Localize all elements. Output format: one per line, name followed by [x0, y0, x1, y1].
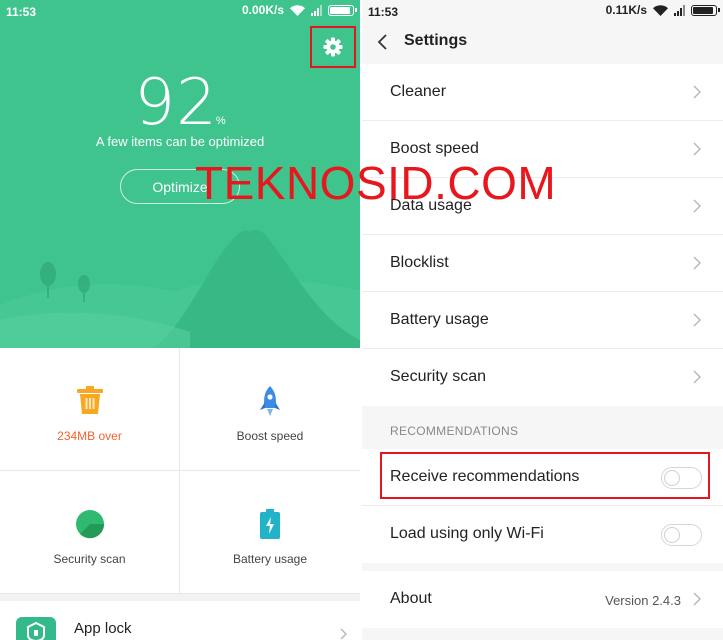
settings-item-label: Security scan	[390, 368, 487, 385]
settings-item-label: Blocklist	[390, 254, 449, 271]
receive-recommendations-toggle[interactable]	[661, 467, 702, 489]
wifi-only-row[interactable]: Load using only Wi-Fi	[362, 506, 723, 563]
network-speed: 0.11K/s	[605, 3, 647, 17]
battery-usage-tile-label: Battery usage	[232, 552, 308, 566]
battery-status-icon	[691, 4, 720, 16]
cleaner-tile-label: 234MB over	[57, 429, 122, 443]
settings-item-label: Cleaner	[390, 83, 447, 100]
wifi-icon	[290, 4, 305, 16]
landscape-illustration	[0, 230, 360, 348]
network-speed: 0.00K/s	[241, 3, 284, 17]
rocket-icon	[180, 386, 360, 418]
signal-icon	[674, 4, 685, 16]
battery-status-icon	[328, 4, 357, 16]
app-version: Version 2.4.3	[605, 593, 681, 608]
security-scan-tile-label: Security scan	[53, 552, 126, 566]
status-indicators: 0.11K/s	[605, 3, 720, 17]
app-lock-label: App lock	[74, 620, 132, 637]
chevron-right-icon	[693, 85, 701, 99]
security-app-home-screen: 11:53 0.00K/s 92% A few items can be opt…	[0, 0, 360, 640]
signal-icon	[311, 4, 322, 16]
page-title: Settings	[404, 32, 468, 49]
settings-header: Settings	[362, 26, 723, 60]
chevron-right-icon	[693, 142, 701, 156]
score-value: 92	[134, 66, 218, 140]
section-divider	[0, 594, 360, 601]
settings-item-battery-usage[interactable]: Battery usage	[362, 292, 723, 349]
score-unit: %	[215, 115, 226, 127]
toggle-knob	[664, 527, 680, 543]
recommendations-header: RECOMMENDATIONS	[390, 424, 519, 438]
status-time: 11:53	[368, 5, 399, 19]
back-arrow-icon[interactable]	[376, 32, 388, 52]
settings-screen: 11:53 0.11K/s Settings Cleaner Boost spe…	[362, 0, 723, 640]
wifi-only-toggle[interactable]	[661, 524, 702, 546]
settings-item-label: Battery usage	[390, 311, 489, 328]
cleaner-tile[interactable]: 234MB over	[0, 348, 180, 471]
app-lock-icon	[16, 617, 56, 640]
about-group: About Version 2.4.3	[362, 571, 723, 628]
gear-icon	[323, 37, 343, 57]
chevron-right-icon	[693, 592, 701, 606]
boost-speed-tile-label: Boost speed	[236, 429, 304, 443]
optimization-score: 92%	[0, 66, 360, 140]
settings-item-cleaner[interactable]: Cleaner	[362, 64, 723, 121]
settings-item-security-scan[interactable]: Security scan	[362, 349, 723, 406]
chevron-right-icon	[340, 628, 348, 640]
status-bar: 11:53 0.00K/s	[0, 0, 360, 26]
chevron-right-icon	[693, 256, 701, 270]
battery-icon	[180, 509, 360, 541]
boost-speed-tile[interactable]: Boost speed	[180, 348, 360, 471]
wifi-icon	[653, 4, 668, 16]
about-label: About	[390, 590, 432, 607]
status-bar: 11:53 0.11K/s	[362, 0, 723, 26]
chevron-right-icon	[693, 199, 701, 213]
chevron-right-icon	[693, 370, 701, 384]
toggle-label: Receive recommendations	[390, 468, 580, 485]
watermark: TEKNOSID.COM	[195, 157, 557, 209]
trash-icon	[0, 386, 179, 418]
score-subtitle: A few items can be optimized	[95, 134, 265, 149]
status-time: 11:53	[6, 5, 37, 19]
toggle-knob	[664, 470, 680, 486]
security-scan-icon	[0, 509, 179, 541]
settings-button[interactable]	[310, 26, 356, 68]
recommendations-list: Receive recommendations Load using only …	[362, 449, 723, 563]
status-indicators: 0.00K/s	[241, 3, 357, 17]
chevron-right-icon	[693, 313, 701, 327]
security-scan-tile[interactable]: Security scan	[0, 471, 180, 594]
toggle-label: Load using only Wi-Fi	[390, 525, 544, 542]
receive-recommendations-row[interactable]: Receive recommendations	[362, 449, 723, 506]
settings-list: Cleaner Boost speed Data usage Blocklist…	[362, 64, 723, 406]
battery-usage-tile[interactable]: Battery usage	[180, 471, 360, 594]
about-row[interactable]: About Version 2.4.3	[362, 571, 723, 628]
settings-item-blocklist[interactable]: Blocklist	[362, 235, 723, 292]
app-lock-row[interactable]: App lock	[0, 601, 360, 640]
